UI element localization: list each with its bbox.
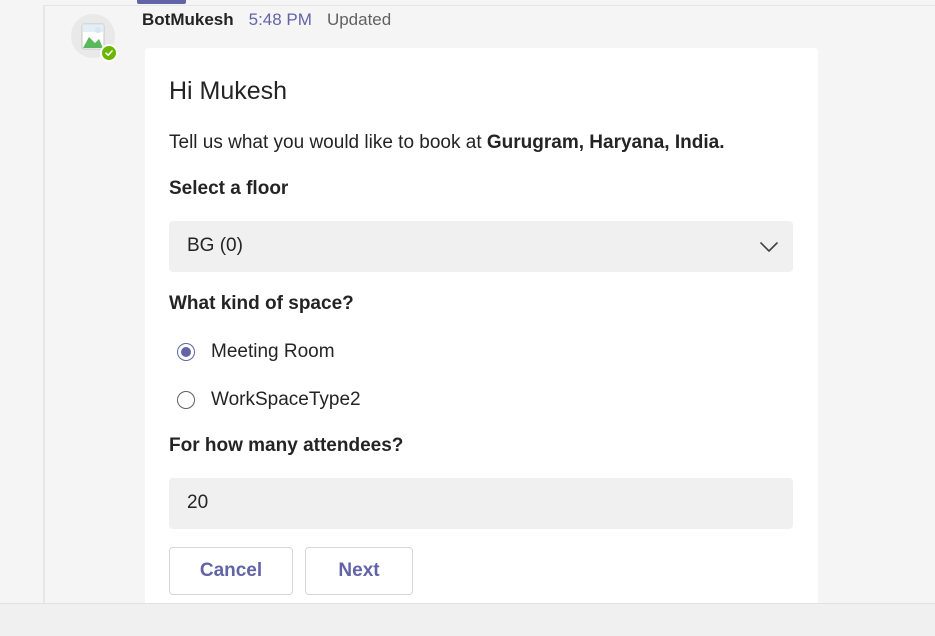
available-check-icon xyxy=(102,46,116,60)
attendees-label: For how many attendees? xyxy=(169,435,404,456)
card-intro: Tell us what you would like to book at G… xyxy=(169,132,724,154)
intro-text: Tell us what you would like to book at xyxy=(169,132,487,153)
space-option-workspacetype2[interactable]: WorkSpaceType2 xyxy=(177,389,361,411)
sender-name[interactable]: BotMukesh xyxy=(142,10,234,30)
thread-rail xyxy=(43,5,45,605)
radio-label: WorkSpaceType2 xyxy=(211,389,361,410)
radio-label: Meeting Room xyxy=(211,341,335,362)
message-header: BotMukesh 5:48 PM Updated xyxy=(142,10,391,30)
new-message-indicator xyxy=(137,0,186,4)
attendees-input[interactable]: 20 xyxy=(169,478,793,529)
attendees-value: 20 xyxy=(187,492,209,513)
space-label: What kind of space? xyxy=(169,293,354,314)
edited-status: Updated xyxy=(326,10,392,29)
radio-button[interactable] xyxy=(177,391,195,409)
chat-pane: BotMukesh 5:48 PM Updated Hi Mukesh Tell… xyxy=(0,0,935,636)
avatar[interactable] xyxy=(71,14,118,62)
cancel-button[interactable]: Cancel xyxy=(169,547,293,595)
message-timestamp[interactable]: 5:48 PM xyxy=(249,10,312,30)
next-button[interactable]: Next xyxy=(305,547,413,595)
intro-location: Gurugram, Haryana, India. xyxy=(486,132,725,153)
chevron-down-icon xyxy=(760,242,778,252)
presence-badge xyxy=(100,44,118,62)
radio-button-checked[interactable] xyxy=(177,343,195,361)
divider xyxy=(44,5,935,6)
adaptive-card: Hi Mukesh Tell us what you would like to… xyxy=(145,48,818,608)
card-greeting: Hi Mukesh xyxy=(169,77,288,105)
compose-area xyxy=(0,603,935,636)
space-option-meeting-room[interactable]: Meeting Room xyxy=(177,341,335,363)
floor-select[interactable]: BG (0) xyxy=(169,221,793,272)
floor-selected-value: BG (0) xyxy=(187,235,243,256)
floor-label: Select a floor xyxy=(169,178,289,199)
